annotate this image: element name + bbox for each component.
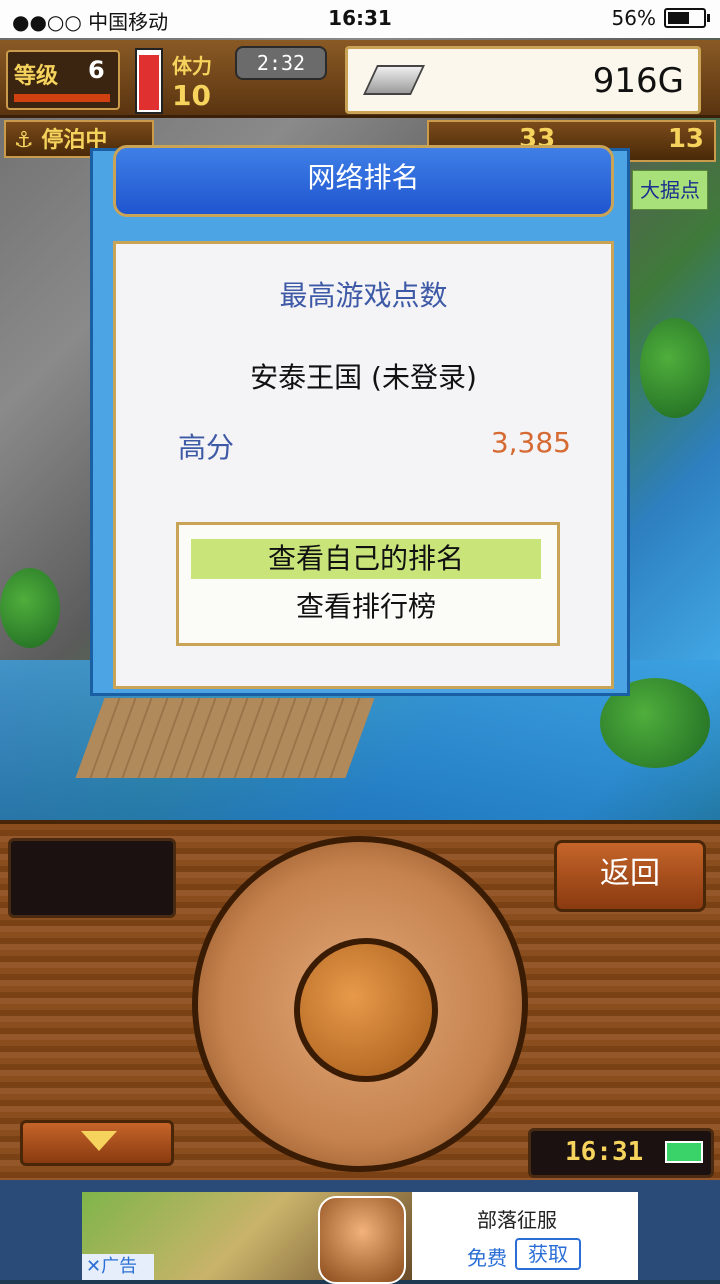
resource-count-b: 13 [667,124,704,154]
dialog-title: 网络排名 [113,145,614,217]
high-score-value: 3,385 [490,426,571,459]
kingdom-name: 安泰王国 (未登录) [250,361,477,394]
ad-close-tag[interactable]: ✕广告 [82,1254,154,1280]
stamina-box: 体力 10 [172,50,212,112]
top-hud: 等级 6 体力 10 2:32 916G [0,40,720,118]
ad-get-button[interactable]: 获取 [515,1238,581,1270]
gold-value: 916G [592,61,684,101]
dpad[interactable] [192,836,528,1172]
battery-icon [664,8,710,28]
ad-app-icon [318,1196,406,1284]
wooden-dock [75,698,375,778]
gold-display: 916G [345,46,701,114]
ranking-menu: 查看自己的排名 查看排行榜 [176,522,560,646]
tree-sprite [640,318,710,418]
level-box: 等级 6 [6,50,120,110]
view-my-rank-button[interactable]: 查看自己的排名 [191,539,541,579]
stamina-timer: 2:32 [235,46,327,80]
exp-bar [14,94,110,102]
level-label: 等级 [14,64,59,89]
ranking-dialog: 网络排名 最高游戏点数 安泰王国 (未登录) 高分 3,385 查看自己的排名 … [90,145,630,696]
game-clock: 16:31 [528,1128,714,1178]
score-heading: 最高游戏点数 [279,279,448,312]
big-base-button[interactable]: 大据点 [632,170,708,210]
silver-ingot-icon [363,65,425,95]
ad-free-label: 免费 [467,1246,507,1270]
stamina-value: 10 [172,79,211,112]
dialog-panel: 最高游戏点数 安泰王国 (未登录) 高分 3,385 查看自己的排名 查看排行榜 [113,241,614,689]
battery-icon [665,1141,703,1163]
high-score-label: 高分 [178,431,235,464]
ad-title: 部落征服 [477,1208,557,1232]
battery-percent: 56% [611,6,656,30]
scroll-down-button[interactable] [20,1120,174,1166]
stamina-label: 体力 [172,54,212,78]
info-slot [8,838,176,918]
tree-sprite [0,568,60,648]
arrow-down-icon [81,1131,117,1151]
game-clock-time: 16:31 [565,1137,644,1167]
view-leaderboard-button[interactable]: 查看排行榜 [191,587,541,627]
anchor-icon: ⚓ [14,128,34,153]
dpad-center-button[interactable] [294,938,438,1082]
status-bar: ●●○○ 中国移动 16:31 56% [0,0,720,38]
back-button[interactable]: 返回 [554,840,706,912]
status-right: 56% [611,6,710,30]
stamina-gauge [135,48,163,114]
level-value: 6 [88,56,105,84]
ad-banner[interactable]: 部落征服 免费 获取 ✕广告 [82,1192,638,1284]
